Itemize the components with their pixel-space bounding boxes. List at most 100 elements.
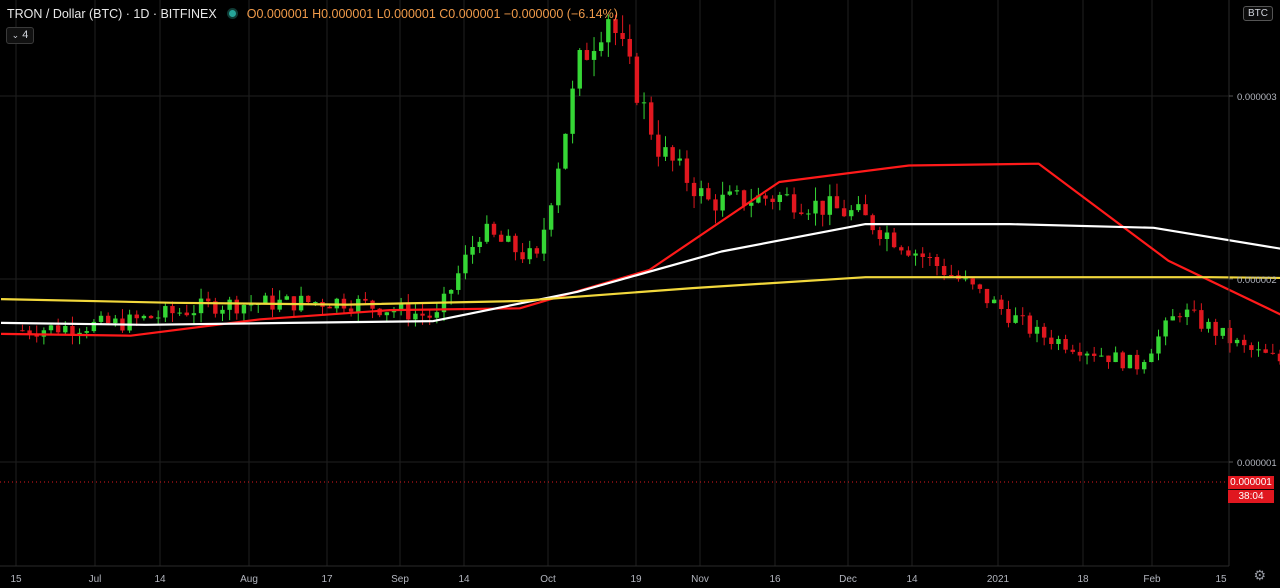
price-tick-label: 0.000001 bbox=[1237, 458, 1277, 469]
candle-body bbox=[520, 252, 525, 260]
candle-body bbox=[741, 190, 747, 206]
candle-body bbox=[1170, 316, 1175, 321]
candle-body bbox=[477, 241, 482, 248]
candle-body bbox=[1077, 351, 1083, 356]
candle-body bbox=[977, 284, 983, 289]
candle-body bbox=[470, 247, 475, 255]
candle-body bbox=[799, 212, 804, 214]
candle-body bbox=[1149, 353, 1154, 363]
candle-body bbox=[570, 88, 575, 134]
indicators-toggle-button[interactable]: ⌄ 4 bbox=[6, 27, 34, 44]
time-axis[interactable]: 15 Jul 14 Aug 17 Sep 14 Oct 19 Nov 16 Dec 14 2021 18 Fe… bbox=[10, 574, 1227, 585]
candle-body bbox=[177, 312, 182, 314]
candle-body bbox=[1099, 355, 1104, 357]
price-tick-label: 0.000003 bbox=[1237, 92, 1277, 103]
candle-body bbox=[856, 204, 861, 211]
candle-body bbox=[191, 313, 197, 316]
candle-body bbox=[627, 38, 632, 57]
candle-body bbox=[1256, 349, 1261, 351]
candle-body bbox=[984, 288, 990, 304]
candle-body bbox=[105, 315, 111, 324]
candle-body bbox=[434, 312, 440, 318]
price-chart[interactable]: 0.000003 0.000002 0.000001 15 Jul 14 Aug 17 Sep… bbox=[0, 0, 1280, 588]
candle-body bbox=[1270, 352, 1276, 354]
candle-body bbox=[970, 278, 975, 285]
candle-body bbox=[648, 102, 654, 135]
candle-body bbox=[884, 232, 890, 240]
candle-body bbox=[1184, 309, 1190, 318]
candle-body bbox=[1263, 349, 1268, 353]
candle-body bbox=[691, 182, 697, 197]
candle-body bbox=[827, 196, 833, 215]
price-tick-label: 0.000002 bbox=[1237, 275, 1277, 286]
candle-body bbox=[63, 326, 68, 333]
candle-body bbox=[1156, 336, 1161, 354]
candle-body bbox=[1020, 315, 1025, 317]
candle-body bbox=[198, 298, 204, 314]
currency-badge[interactable]: BTC bbox=[1243, 6, 1273, 21]
candle-body bbox=[541, 229, 547, 254]
candle-body bbox=[48, 325, 54, 331]
candle-body bbox=[1142, 362, 1147, 370]
ma-line-0 bbox=[0, 162, 1280, 337]
candle-body bbox=[148, 315, 154, 319]
candle-body bbox=[220, 309, 225, 314]
time-tick-label: Dec bbox=[839, 574, 857, 585]
price-axis[interactable]: 0.000003 0.000002 0.000001 bbox=[1229, 92, 1277, 469]
candle-body bbox=[949, 274, 954, 276]
candle-body bbox=[913, 253, 918, 256]
candle-body bbox=[1199, 310, 1204, 329]
candle-body bbox=[877, 230, 883, 240]
time-tick-label: 19 bbox=[630, 574, 642, 585]
candle-body bbox=[284, 296, 289, 300]
candle-body bbox=[155, 317, 161, 319]
candle-body bbox=[1013, 315, 1018, 323]
candle-body bbox=[534, 248, 540, 254]
time-tick-label: 14 bbox=[458, 574, 470, 585]
candle-body bbox=[406, 303, 411, 320]
candle-body bbox=[699, 188, 704, 197]
candle-body bbox=[906, 250, 911, 256]
candle-body bbox=[206, 298, 211, 302]
candle-body bbox=[613, 19, 618, 34]
candle-body bbox=[770, 198, 775, 202]
candle-body bbox=[606, 19, 611, 43]
candle-body bbox=[1106, 355, 1111, 363]
candle-body bbox=[113, 318, 118, 324]
time-tick-label: 14 bbox=[906, 574, 918, 585]
candle-body bbox=[234, 299, 239, 314]
candle-body bbox=[677, 158, 682, 161]
candle-body bbox=[1034, 326, 1040, 334]
candle-body bbox=[841, 208, 847, 217]
time-tick-label: Jul bbox=[89, 574, 102, 585]
symbol-title[interactable]: TRON / Dollar (BTC) · 1D · BITFINEX bbox=[7, 7, 217, 21]
candle-body bbox=[849, 210, 854, 217]
candle-body bbox=[227, 299, 232, 310]
ohlc-values: O0.000001 H0.000001 L0.000001 C0.000001 … bbox=[246, 7, 618, 21]
candle-body bbox=[920, 253, 925, 257]
candle-body bbox=[363, 298, 368, 301]
candle-body bbox=[1163, 320, 1168, 337]
candle-body bbox=[1227, 327, 1233, 344]
candle-body bbox=[1091, 353, 1097, 356]
candle-body bbox=[184, 312, 189, 316]
candle-body bbox=[84, 331, 89, 333]
candle-body bbox=[98, 315, 104, 322]
candle-body bbox=[999, 299, 1004, 310]
candle-body bbox=[241, 304, 247, 314]
candle-body bbox=[170, 306, 175, 314]
time-tick-label: 15 bbox=[1215, 574, 1227, 585]
candle-body bbox=[727, 191, 732, 195]
time-tick-label: 16 bbox=[769, 574, 781, 585]
candle-body bbox=[734, 190, 740, 192]
candle-body bbox=[1242, 339, 1247, 346]
time-tick-label: 14 bbox=[154, 574, 166, 585]
candle-body bbox=[991, 299, 997, 304]
candle-body bbox=[1049, 337, 1054, 345]
bar-countdown: 38:04 bbox=[1228, 490, 1274, 503]
candle-body bbox=[1120, 352, 1125, 369]
candles bbox=[20, 14, 1280, 375]
ma-line-2 bbox=[0, 276, 1280, 306]
gear-icon[interactable]: ⚙ bbox=[1253, 567, 1266, 584]
candle-body bbox=[427, 315, 432, 318]
